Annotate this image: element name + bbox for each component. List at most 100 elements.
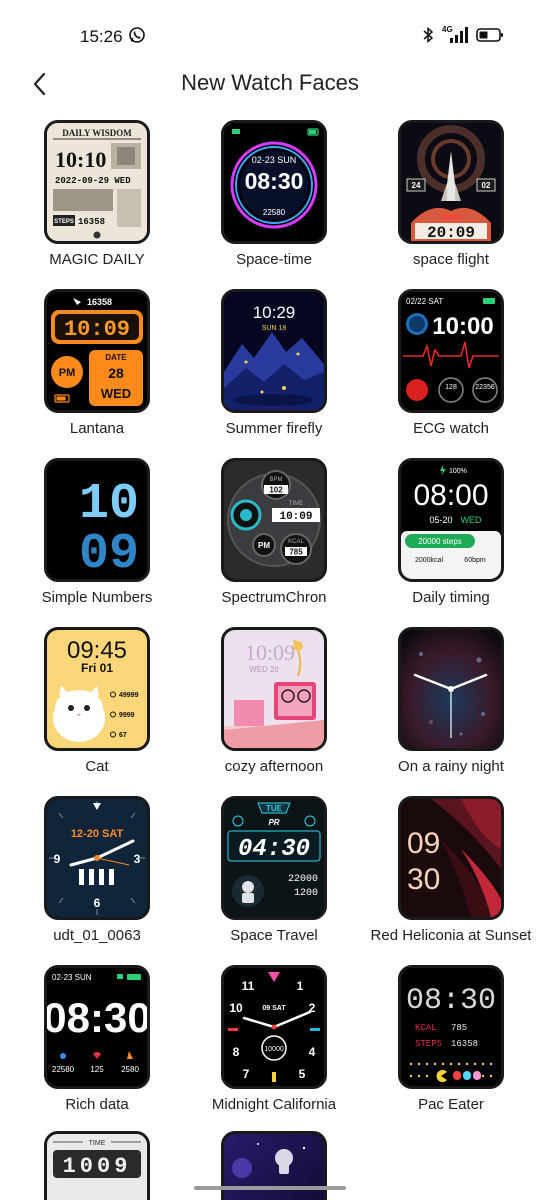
watch-face-name: space flight: [413, 251, 489, 268]
thumb-text: 30: [407, 863, 440, 896]
thumb-text: TIME: [89, 1140, 106, 1147]
watch-face-card-ecg-watch[interactable]: 02/22 SAT 10:00 128 22356 ECG watch: [365, 289, 537, 437]
watch-face-thumbnail: TIME 1009: [44, 1131, 150, 1200]
watch-face-card-cozy-afternoon[interactable]: 10:09 WED 20 cozy afternoon: [188, 627, 360, 775]
watch-face-card-pac-eater[interactable]: 08:30 KCAL 785 STEPS 16358 Pac Eater: [365, 965, 537, 1113]
thumb-text: SUN 18: [262, 325, 287, 332]
watch-face-thumbnail: 10:09 WED 20: [221, 627, 327, 751]
thumb-text: 02: [482, 181, 491, 190]
watch-face-card-rich-data[interactable]: 02-23 SUN 08:30 22580 125 2580 Rich data: [11, 965, 183, 1113]
watch-face-card-midnight-california[interactable]: 11 1 10 2 8 4 7 5 09 SAT 10000 Midnight …: [188, 965, 360, 1113]
watch-face-thumbnail: 12-20 SAT 9 3 6: [44, 796, 150, 920]
signal-icon: 4G: [442, 25, 468, 44]
watch-face-card-cat[interactable]: 09:45 Fri 01 49999 9999 67 Cat: [11, 627, 183, 775]
app-header: New Watch Faces: [0, 60, 540, 108]
thumb-text: DATE: [105, 353, 127, 362]
watch-face-name: Pac Eater: [418, 1096, 484, 1113]
thumb-text: 20:09: [427, 224, 475, 241]
thumb-text: 09: [79, 526, 139, 579]
network-type-label: 4G: [442, 25, 453, 34]
thumb-text: 22000: [288, 874, 318, 885]
watch-face-name: Space Travel: [230, 927, 318, 944]
watch-face-thumbnail: [398, 627, 504, 751]
thumb-text: KCAL: [288, 539, 304, 545]
thumb-text: 16358: [87, 297, 112, 307]
watch-face-card-summer-firefly[interactable]: 10:29 SUN 18 Summer firefly: [188, 289, 360, 437]
watch-face-name: Lantana: [69, 420, 125, 437]
watch-face-card-red-heliconia[interactable]: 09 30 Red Heliconia at Sunset: [365, 796, 537, 944]
thumb-text: 9: [54, 852, 61, 866]
watch-face-name: Red Heliconia at Sunset: [370, 927, 532, 944]
watch-face-card-daily-timing[interactable]: 100% 08:00 05-20 WED 20000 steps 2000kca…: [365, 458, 537, 606]
watch-face-thumbnail: 11 1 10 2 8 4 7 5 09 SAT 10000: [221, 965, 327, 1089]
watch-face-thumbnail: 16358 10:09 PM DATE 28 WED: [44, 289, 150, 413]
watch-face-card-lantana[interactable]: 16358 10:09 PM DATE 28 WED Lantana: [11, 289, 183, 437]
thumb-text: BPM: [269, 477, 282, 483]
watch-face-card-simple-numbers[interactable]: 10 09 Simple Numbers: [11, 458, 183, 606]
thumb-text: 24: [412, 181, 421, 190]
thumb-text: 10:29: [253, 303, 296, 322]
watch-face-name: Daily timing: [412, 589, 490, 606]
thumb-text: 49999: [119, 692, 139, 699]
watch-face-thumbnail: 100% 08:00 05-20 WED 20000 steps 2000kca…: [398, 458, 504, 582]
thumb-text: 10:09: [279, 511, 312, 523]
thumb-text: 1009: [63, 1154, 132, 1179]
thumb-text: 02-23 SUN: [252, 155, 297, 165]
thumb-text: 09 SAT: [262, 1005, 286, 1012]
thumb-text: 128: [445, 384, 457, 391]
thumb-text: 1200: [294, 888, 318, 899]
thumb-text: PM: [59, 367, 76, 379]
thumb-text: STEPS: [54, 219, 74, 225]
thumb-text: WED: [101, 386, 131, 401]
thumb-text: 08:30: [47, 994, 147, 1041]
thumb-text: 8: [233, 1045, 240, 1059]
thumb-text: PM: [258, 541, 270, 550]
watch-face-card-spectrumchron[interactable]: BPM 102 TIME 10:09 PM KCAL 785 SpectrumC…: [188, 458, 360, 606]
thumb-text: 10:09: [64, 317, 130, 342]
thumb-text: 05-20: [429, 515, 452, 525]
thumb-text: 10: [79, 476, 139, 533]
thumb-text: 22580: [52, 1065, 75, 1074]
thumb-text: 4: [309, 1045, 316, 1059]
watch-face-card-udt-01-0063[interactable]: 12-20 SAT 9 3 6 udt_01_0063: [11, 796, 183, 944]
thumb-text: WED: [443, 215, 459, 222]
watch-face-thumbnail: 09 30: [398, 796, 504, 920]
thumb-text: 02/22 SAT: [406, 297, 443, 306]
thumb-text: 08:30: [406, 984, 496, 1018]
thumb-text: 9999: [119, 712, 135, 719]
thumb-text: DAILY WISDOM: [62, 128, 132, 138]
thumb-text: 10: [229, 1001, 243, 1015]
thumb-text: 10:10: [55, 147, 106, 172]
watch-face-card-magic-daily[interactable]: DAILY WISDOM 10:10 2022-09-29 WED STEPS …: [11, 120, 183, 268]
watch-face-card-on-a-rainy-night[interactable]: On a rainy night: [365, 627, 537, 775]
thumb-text: 5: [299, 1067, 306, 1081]
thumb-text: 28: [108, 365, 124, 381]
watch-face-thumbnail: BPM 102 TIME 10:09 PM KCAL 785: [221, 458, 327, 582]
thumb-text: 60bpm: [464, 557, 486, 564]
thumb-text: 1: [297, 979, 304, 993]
watch-face-card-space-time[interactable]: 02-23 SUN 08:30 22580 Space-time: [188, 120, 360, 268]
thumb-text: 09: [407, 827, 440, 860]
bluetooth-icon: [423, 26, 434, 44]
watch-face-thumbnail: 02-23 SUN 08:30 22580 125 2580: [44, 965, 150, 1089]
watch-face-name: Space-time: [236, 251, 312, 268]
thumb-text: 10000: [264, 1046, 284, 1053]
thumb-text: 22580: [263, 208, 286, 217]
watch-face-card-space-flight[interactable]: 24 02 WED 20:09 space flight: [365, 120, 537, 268]
thumb-text: 16358: [451, 1039, 478, 1049]
thumb-text: 67: [119, 732, 127, 739]
thumb-text: PR: [268, 818, 279, 827]
thumb-text: 22356: [475, 384, 495, 391]
page-title: New Watch Faces: [181, 70, 359, 95]
watch-face-card-space-travel[interactable]: TUE PR 04:30 22000 1200 Space Travel: [188, 796, 360, 944]
thumb-text: 16358: [78, 217, 105, 227]
watch-face-name: cozy afternoon: [224, 758, 324, 775]
home-indicator[interactable]: [194, 1186, 346, 1190]
thumb-text: 04:30: [238, 836, 310, 863]
thumb-text: 20000 steps: [418, 537, 462, 546]
watch-face-name: udt_01_0063: [53, 927, 141, 944]
thumb-text: 08:30: [245, 168, 304, 194]
watch-face-card-partial-1[interactable]: TIME 1009: [11, 1131, 183, 1200]
battery-icon: [476, 28, 503, 42]
watch-face-thumbnail: 02-23 SUN 08:30 22580: [221, 120, 327, 244]
